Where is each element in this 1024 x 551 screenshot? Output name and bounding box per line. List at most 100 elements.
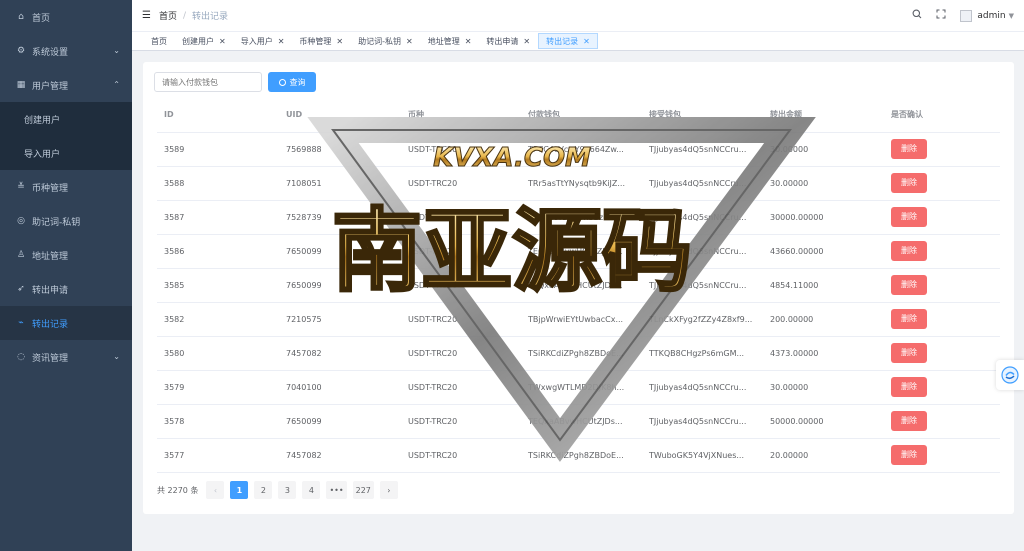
- sidebar-item-label: 转出申请: [32, 285, 69, 296]
- cell-id: 3578: [157, 404, 279, 439]
- close-icon[interactable]: ✕: [465, 37, 472, 46]
- cell-amount: 200.00000: [763, 302, 884, 337]
- page-button[interactable]: 1: [230, 481, 249, 499]
- delete-button[interactable]: 删除: [891, 275, 927, 295]
- search-button[interactable]: 查询: [268, 72, 316, 92]
- cell-amount: 30.00000: [763, 370, 884, 405]
- cell-uid: 7569888: [279, 132, 401, 167]
- prev-page-button[interactable]: ‹: [206, 481, 225, 499]
- cell-coin: USDT-TRC20: [401, 234, 521, 269]
- cell-amount: 4854.11000: [763, 268, 884, 303]
- sidebar-item-7[interactable]: ♙ 地址管理: [0, 238, 132, 272]
- cell-amount: 20.00000: [763, 438, 884, 473]
- tag-0[interactable]: 首页: [144, 33, 174, 49]
- avatar: [960, 9, 973, 22]
- delete-button[interactable]: 删除: [891, 411, 927, 431]
- fullscreen-icon[interactable]: [936, 9, 946, 22]
- table-row: 3577 7457082 USDT-TRC20 TSiRKCdiZPgh8ZBDoE.…: [157, 438, 1000, 473]
- cell-to: TJjubyas4dQ5snNCCru...: [642, 404, 763, 439]
- delete-button[interactable]: 删除: [891, 445, 927, 465]
- cell-action: 删除: [884, 234, 1000, 269]
- cell-uid: 7457082: [279, 336, 401, 371]
- sidebar-item-4[interactable]: 导入用户: [0, 136, 132, 170]
- sidebar-item-5[interactable]: ≚ 币种管理: [0, 170, 132, 204]
- tag-6[interactable]: 转出申请 ✕: [479, 33, 537, 49]
- close-icon[interactable]: ✕: [278, 37, 285, 46]
- close-icon[interactable]: ✕: [406, 37, 413, 46]
- sidebar-item-8[interactable]: ➶ 转出申请: [0, 272, 132, 306]
- chevron-down-icon: ⌄: [113, 352, 120, 361]
- sidebar-item-2[interactable]: ▦ 用户管理 ⌃: [0, 68, 132, 102]
- cell-from: TGF3p9rDv4JmSBziaC...: [521, 200, 642, 235]
- username: admin: [977, 10, 1006, 21]
- page-button[interactable]: 2: [254, 481, 273, 499]
- search-icon[interactable]: [912, 9, 922, 22]
- cell-action: 删除: [884, 166, 1000, 201]
- page-button[interactable]: 4: [302, 481, 321, 499]
- sidebar-item-9[interactable]: ⌁ 转出记录: [0, 306, 132, 340]
- tag-label: 地址管理: [427, 36, 460, 46]
- cell-id: 3577: [157, 438, 279, 473]
- column-header: 币种: [401, 98, 521, 133]
- tag-5[interactable]: 地址管理 ✕: [421, 33, 479, 49]
- cell-coin: USDT-TRC20: [401, 302, 521, 337]
- next-page-button[interactable]: ›: [379, 481, 398, 499]
- delete-button[interactable]: 删除: [891, 173, 927, 193]
- sidebar-item-10[interactable]: ◌ 资讯管理 ⌄: [0, 340, 132, 374]
- tag-4[interactable]: 助记词-私钥 ✕: [351, 33, 420, 49]
- column-header: 转出金额: [763, 98, 884, 133]
- record-icon: ⌁: [18, 318, 24, 328]
- table-row: 3582 7210575 USDT-TRC20 TBjpWrwiEYtUwbacCx.…: [157, 302, 1000, 337]
- cell-to: TWuboGK5Y4VjXNues...: [642, 438, 763, 473]
- tag-1[interactable]: 创建用户 ✕: [175, 33, 233, 49]
- cell-uid: 7528739: [279, 200, 401, 235]
- sidebar-item-6[interactable]: ◎ 助记词-私钥: [0, 204, 132, 238]
- pagination-total: 共 2270 条: [157, 485, 199, 495]
- user-dropdown[interactable]: admin ▼: [960, 9, 1014, 22]
- delete-button[interactable]: 删除: [891, 309, 927, 329]
- delete-button[interactable]: 删除: [891, 343, 927, 363]
- delete-button[interactable]: 删除: [891, 139, 927, 159]
- cell-coin: USDT-TRC20: [401, 132, 521, 167]
- page-button[interactable]: 3: [278, 481, 297, 499]
- tag-2[interactable]: 导入用户 ✕: [234, 33, 292, 49]
- chevron-down-icon: ⌄: [113, 46, 120, 55]
- table-row: 3580 7457082 USDT-TRC20 TSiRKCdiZPgh8ZBDoE.…: [157, 336, 1000, 371]
- close-icon[interactable]: ✕: [583, 37, 590, 46]
- cell-action: 删除: [884, 302, 1000, 337]
- cell-to: TLnCkXFyg2fZZy4Z8xf9...: [642, 302, 763, 337]
- more-pages-button[interactable]: •••: [326, 481, 347, 499]
- cell-from: TWxwgWTLMD2DJK8h...: [521, 370, 642, 405]
- tag-label: 创建用户: [182, 36, 214, 46]
- delete-button[interactable]: 删除: [891, 377, 927, 397]
- cell-from: TPCC4cVcwY9o664Zw...: [521, 132, 642, 167]
- cell-id: 3589: [157, 132, 279, 167]
- delete-button[interactable]: 删除: [891, 207, 927, 227]
- column-header: 付款钱包: [521, 98, 642, 133]
- sidebar-item-label: 用户管理: [32, 81, 69, 92]
- tag-3[interactable]: 币种管理 ✕: [292, 33, 350, 49]
- page-button[interactable]: 227: [352, 481, 374, 499]
- navbar: ☰ 首页 / 转出记录 admin ▼: [132, 0, 1024, 31]
- cell-from: TRr5asTtYNysqtb9KiJZ...: [521, 166, 642, 201]
- column-header: UID: [279, 98, 401, 133]
- delete-button[interactable]: 删除: [891, 241, 927, 261]
- close-icon[interactable]: ✕: [336, 37, 343, 46]
- table-row: 3585 7650099 USDT-TRC20 TEQxaABvwHCUtZJDs..…: [157, 268, 1000, 303]
- sidebar-item-label: 助记词-私钥: [32, 217, 81, 228]
- floating-helper-widget[interactable]: [996, 360, 1024, 390]
- tags-view: 首页 创建用户 ✕ 导入用户 ✕ 币种管理 ✕ 助记词-私钥 ✕ 地址管理 ✕ 转出申请 ✕ 转出记录 ✕: [132, 31, 1024, 51]
- search-input[interactable]: [154, 72, 262, 92]
- sidebar-item-1[interactable]: ⚙ 系统设置 ⌄: [0, 34, 132, 68]
- tag-label: 首页: [151, 36, 167, 46]
- tag-7[interactable]: 转出记录 ✕: [538, 33, 598, 49]
- sidebar-item-3[interactable]: 创建用户: [0, 102, 132, 136]
- sidebar-item-0[interactable]: ⌂ 首页: [0, 0, 132, 34]
- hamburger-icon[interactable]: ☰: [142, 10, 151, 21]
- close-icon[interactable]: ✕: [219, 37, 226, 46]
- cell-to: TJjubyas4dQ5snNCCru...: [642, 200, 763, 235]
- breadcrumb-home[interactable]: 首页: [159, 9, 177, 22]
- cell-amount: 4373.00000: [763, 336, 884, 371]
- close-icon[interactable]: ✕: [523, 37, 530, 46]
- table-row: 3578 7650099 USDT-TRC20 TEQxaABvwHCUtZJDs..…: [157, 404, 1000, 439]
